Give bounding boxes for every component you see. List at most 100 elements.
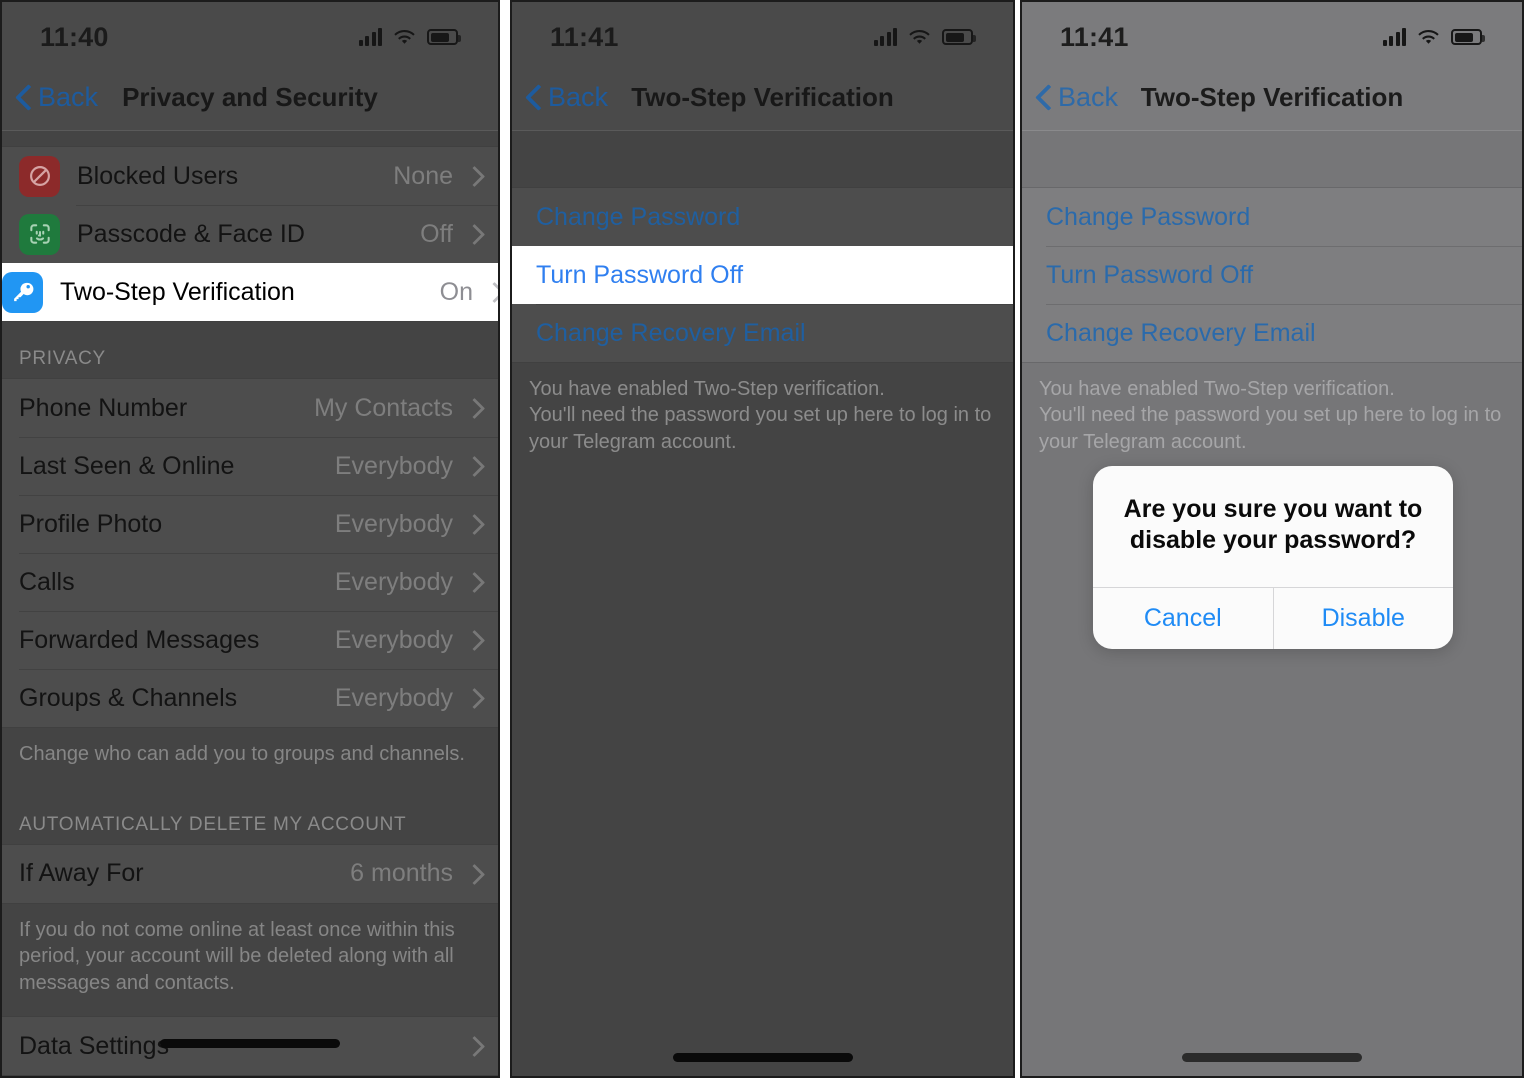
disable-password-alert: Are you sure you want to disable your pa… <box>1093 466 1453 649</box>
list-item-value: Everybody <box>334 683 453 712</box>
chevron-right-icon <box>467 514 478 534</box>
home-indicator[interactable] <box>160 1039 340 1048</box>
back-button[interactable]: Back <box>1022 82 1118 113</box>
list-item-value: My Contacts <box>314 393 453 422</box>
link-change-password[interactable]: Change Password <box>512 188 1013 246</box>
phone-panel-privacy-and-security: 11:40 Back Privacy and Security Blocked … <box>0 0 500 1078</box>
wifi-icon <box>393 29 416 46</box>
list-item-value: Everybody <box>334 625 453 654</box>
link-change-password[interactable]: Change Password <box>1022 188 1522 246</box>
list-item-label: Profile Photo <box>19 509 163 538</box>
blocked-users-icon <box>19 155 60 197</box>
chevron-right-icon <box>487 282 498 302</box>
disable-button[interactable]: Disable <box>1272 587 1454 649</box>
screen-2: 11:41 Back Two-Step Verification Change … <box>512 2 1013 1076</box>
chevron-left-icon <box>1036 84 1052 110</box>
chevron-right-icon <box>467 1036 478 1056</box>
top-spacer <box>512 131 1013 187</box>
list-item-if-away-for[interactable]: If Away For 6 months <box>2 845 498 903</box>
cellular-bars-icon <box>873 28 897 46</box>
list-item-forwarded-messages[interactable]: Forwarded Messages Everybody <box>2 611 498 669</box>
back-button-label: Back <box>38 81 99 112</box>
phone-panel-two-step-verification: 11:41 Back Two-Step Verification Change … <box>510 0 1015 1078</box>
battery-icon <box>942 29 976 45</box>
cellular-bars-icon <box>1382 28 1406 46</box>
phone-panel-disable-password-alert: 11:41 Back Two-Step Verification Change … <box>1020 0 1524 1078</box>
list-item-value: Everybody <box>334 451 453 480</box>
status-icons <box>358 28 461 46</box>
list-item-profile-photo[interactable]: Profile Photo Everybody <box>2 495 498 553</box>
wifi-icon <box>908 29 931 46</box>
two-step-footnote: You have enabled Two-Step verification. … <box>1022 363 1522 476</box>
list-item-last-seen-online[interactable]: Last Seen & Online Everybody <box>2 437 498 495</box>
list-item-groups-channels[interactable]: Groups & Channels Everybody <box>2 669 498 727</box>
link-turn-password-off[interactable]: Turn Password Off <box>512 246 1013 304</box>
status-icons <box>873 28 976 46</box>
bottom-filler <box>512 475 1013 1076</box>
home-indicator[interactable] <box>1182 1053 1362 1062</box>
battery-icon <box>427 29 461 45</box>
chevron-right-icon <box>467 166 478 186</box>
section-header-privacy: PRIVACY <box>2 322 498 379</box>
chevron-right-icon <box>467 688 478 708</box>
link-change-recovery-email[interactable]: Change Recovery Email <box>512 304 1013 362</box>
list-item-two-step-verification[interactable]: Two-Step Verification On <box>2 263 498 322</box>
link-turn-password-off[interactable]: Turn Password Off <box>1022 246 1522 304</box>
content-2: Change Password Turn Password Off Change… <box>512 131 1013 1076</box>
chevron-left-icon <box>526 84 542 110</box>
list-item-value: Everybody <box>334 509 453 538</box>
list-item-label: If Away For <box>19 859 144 888</box>
link-change-recovery-email[interactable]: Change Recovery Email <box>1022 304 1522 362</box>
status-clock: 11:41 <box>1060 21 1129 52</box>
screen-1: 11:40 Back Privacy and Security Blocked … <box>2 2 498 1076</box>
list-item-label: Last Seen & Online <box>19 451 235 480</box>
list-item-passcode-face-id[interactable]: Passcode & Face ID Off <box>2 205 498 263</box>
section-header-auto-delete: AUTOMATICALLY DELETE MY ACCOUNT <box>2 787 498 844</box>
three-panel-screenshot: 11:40 Back Privacy and Security Blocked … <box>0 0 1524 1078</box>
chevron-left-icon <box>16 84 32 110</box>
back-button[interactable]: Back <box>512 82 608 113</box>
list-item-calls[interactable]: Calls Everybody <box>2 553 498 611</box>
list-item-label: Calls <box>19 567 75 596</box>
nav-bar-3: Back Two-Step Verification <box>1022 64 1522 130</box>
status-icons <box>1382 28 1485 46</box>
status-bar-1: 11:40 <box>2 2 498 64</box>
status-clock: 11:40 <box>40 21 109 52</box>
back-button-label: Back <box>548 81 609 112</box>
nav-bar-2: Back Two-Step Verification <box>512 64 1013 130</box>
two-step-links-group: Change Password Turn Password Off Change… <box>512 187 1013 363</box>
nav-bar-1: Back Privacy and Security <box>2 64 498 130</box>
status-bar-3: 11:41 <box>1022 2 1522 64</box>
content-1: Blocked Users None Passcode & Face ID Of… <box>2 131 498 1076</box>
home-indicator[interactable] <box>672 1053 853 1062</box>
status-bar-2: 11:41 <box>512 2 1013 64</box>
list-item-label: Two-Step Verification <box>60 277 295 306</box>
back-button-label: Back <box>1058 81 1119 112</box>
list-item-label: Phone Number <box>19 393 188 422</box>
battery-icon <box>1451 29 1485 45</box>
back-button[interactable]: Back <box>2 82 98 113</box>
security-group: Blocked Users None Passcode & Face ID Of… <box>2 146 498 323</box>
list-item-label: Passcode & Face ID <box>77 219 305 248</box>
chevron-right-icon <box>467 456 478 476</box>
chevron-right-icon <box>467 398 478 418</box>
chevron-right-icon <box>467 572 478 592</box>
status-clock: 11:41 <box>550 21 619 52</box>
cellular-bars-icon <box>358 28 382 46</box>
alert-title: Are you sure you want to disable your pa… <box>1123 495 1423 555</box>
chevron-right-icon <box>467 630 478 650</box>
chevron-right-icon <box>467 864 478 884</box>
list-item-phone-number[interactable]: Phone Number My Contacts <box>2 379 498 437</box>
top-spacer <box>1022 131 1522 187</box>
chevron-right-icon <box>467 224 478 244</box>
list-item-value: Everybody <box>334 567 453 596</box>
auto-delete-group: If Away For 6 months <box>2 843 498 904</box>
cancel-button[interactable]: Cancel <box>1093 588 1273 649</box>
list-item-value: Off <box>420 219 453 248</box>
list-item-blocked-users[interactable]: Blocked Users None <box>2 147 498 205</box>
face-id-icon <box>19 213 60 255</box>
top-spacer <box>2 131 498 147</box>
two-step-footnote: You have enabled Two-Step verification. … <box>512 363 1013 476</box>
list-item-value: 6 months <box>350 859 453 888</box>
auto-delete-footnote: If you do not come online at least once … <box>2 903 498 1016</box>
